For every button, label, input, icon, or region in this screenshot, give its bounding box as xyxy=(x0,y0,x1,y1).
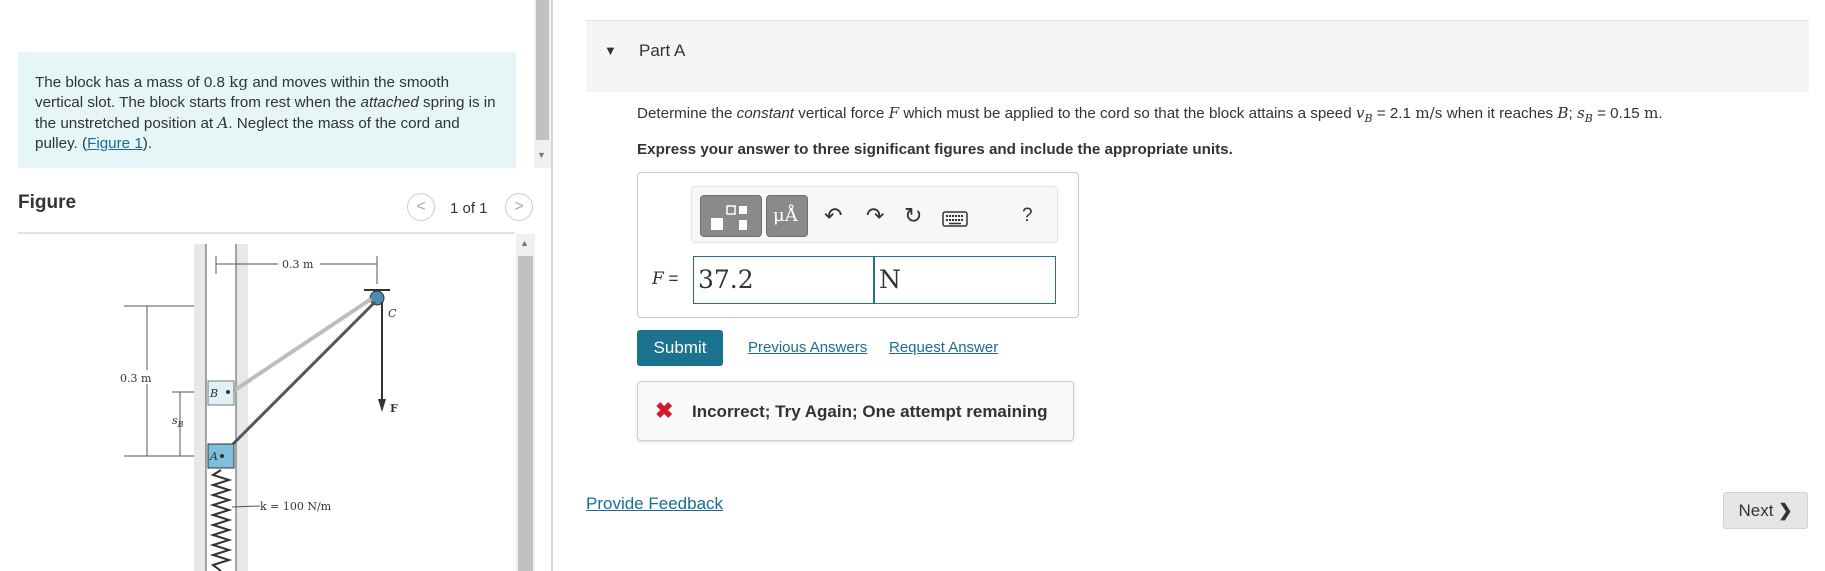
answer-value-input[interactable]: 37.2 xyxy=(693,256,874,304)
units-button[interactable]: μÅ xyxy=(766,195,808,237)
spring-label: k = 100 N/m xyxy=(260,500,332,513)
pane-divider xyxy=(551,0,553,571)
redo-icon[interactable]: ↷ xyxy=(866,203,884,229)
caret-down-icon[interactable]: ▼ xyxy=(604,43,617,58)
label-sb: sB xyxy=(172,414,184,429)
undo-icon[interactable]: ↶ xyxy=(824,203,842,229)
problem-point-a: A xyxy=(217,114,229,132)
left-pane: The block has a mass of 0.8 kg and moves… xyxy=(0,0,551,571)
feedback-box: ✖ Incorrect; Try Again; One attempt rema… xyxy=(637,381,1074,441)
force-arrow-icon xyxy=(378,399,386,412)
question-constant: constant xyxy=(736,105,795,122)
templates-icon xyxy=(711,205,747,230)
question-point-b: B xyxy=(1557,104,1569,122)
previous-answers-link[interactable]: Previous Answers xyxy=(748,339,867,356)
question-text-2: vertical force xyxy=(794,105,889,122)
question-text-3: which must be applied to the cord so tha… xyxy=(899,105,1356,122)
question-units-ms: m/s xyxy=(1415,104,1443,122)
chevron-right-icon: ❯ xyxy=(1778,501,1793,520)
problem-text-5: ). xyxy=(142,135,153,152)
left-dim-label: 0.3 m xyxy=(120,372,152,385)
label-a: A xyxy=(209,450,218,463)
scroll-down-arrow-icon[interactable]: ▼ xyxy=(537,150,546,160)
figure-scrollbar[interactable]: ▲ xyxy=(516,234,535,571)
question-text-5: when it reaches xyxy=(1442,105,1558,122)
question-text-6: ; xyxy=(1568,105,1577,122)
question-text-7: = 0.15 xyxy=(1592,105,1644,122)
keyboard-icon[interactable] xyxy=(942,207,968,233)
figure-diagram: 0.3 m C F B A 0.3 m sB k = 100 N/m xyxy=(120,244,398,571)
provide-feedback-link[interactable]: Provide Feedback xyxy=(586,494,723,514)
figure-divider xyxy=(18,232,515,234)
label-sb-sub: B xyxy=(177,420,184,429)
label-c: C xyxy=(388,307,397,320)
question-sb-sub: B xyxy=(1584,112,1593,126)
question-force-f: F xyxy=(888,104,900,122)
question-vb-sub: B xyxy=(1364,112,1373,126)
slot-wall-left xyxy=(194,244,206,571)
part-label: Part A xyxy=(639,41,686,60)
problem-unit-kg: kg xyxy=(229,73,249,91)
request-answer-link[interactable]: Request Answer xyxy=(889,339,998,356)
slot-wall-right xyxy=(236,244,248,571)
problem-scrollbar[interactable]: ▼ xyxy=(534,0,551,168)
chevron-left-icon: < xyxy=(416,198,426,215)
instruction: Express your answer to three significant… xyxy=(637,141,1233,158)
question-text: Determine the constant vertical force F … xyxy=(637,104,1663,125)
submit-button[interactable]: Submit xyxy=(637,330,723,366)
question-sb: s xyxy=(1576,104,1585,122)
help-button[interactable]: ? xyxy=(1022,205,1033,227)
top-dim-label: 0.3 m xyxy=(282,258,314,271)
figure-link[interactable]: Figure 1 xyxy=(87,135,143,152)
answer-units-input[interactable]: N xyxy=(874,256,1056,304)
point-a xyxy=(220,454,224,458)
figure-counter: 1 of 1 xyxy=(450,200,488,217)
spring xyxy=(209,469,233,571)
question-text-1: Determine the xyxy=(637,105,737,122)
figure-scrollbar-thumb[interactable] xyxy=(518,256,533,571)
question-units-m: m xyxy=(1643,104,1659,122)
chevron-right-icon: > xyxy=(514,198,524,215)
cord-at-b xyxy=(230,297,373,394)
math-toolbar: μÅ ↶ ↷ ↻ ? xyxy=(691,186,1058,243)
feedback-text: Incorrect; Try Again; One attempt remain… xyxy=(692,402,1048,421)
answer-box: μÅ ↶ ↷ ↻ ? F = 37.2 N xyxy=(637,172,1079,318)
reset-icon[interactable]: ↻ xyxy=(904,203,922,229)
next-figure-button[interactable]: > xyxy=(505,193,533,221)
templates-button[interactable] xyxy=(700,195,762,237)
next-button-label: Next xyxy=(1738,501,1774,520)
part-header[interactable]: ▼ Part A xyxy=(586,20,1809,92)
x-icon: ✖ xyxy=(655,398,674,423)
answer-label-var: F xyxy=(652,269,664,289)
units-button-label: μÅ xyxy=(773,205,798,226)
point-b xyxy=(226,390,230,394)
prev-figure-button[interactable]: < xyxy=(407,193,435,221)
question-text-4: = 2.1 xyxy=(1372,105,1416,122)
answer-label-equals: = xyxy=(663,269,679,288)
problem-text-1: The block has a mass of 0.8 xyxy=(35,74,230,91)
answer-label: F = xyxy=(652,269,678,289)
question-text-8: . xyxy=(1658,105,1663,122)
scroll-up-arrow-icon[interactable]: ▲ xyxy=(520,238,529,248)
problem-statement: The block has a mass of 0.8 kg and moves… xyxy=(18,52,516,168)
label-b: B xyxy=(209,387,218,400)
problem-scrollbar-thumb[interactable] xyxy=(536,0,549,140)
label-f: F xyxy=(390,402,398,415)
problem-attached: attached xyxy=(360,94,419,111)
next-button[interactable]: Next ❯ xyxy=(1723,492,1808,529)
figure-title: Figure xyxy=(18,192,77,213)
